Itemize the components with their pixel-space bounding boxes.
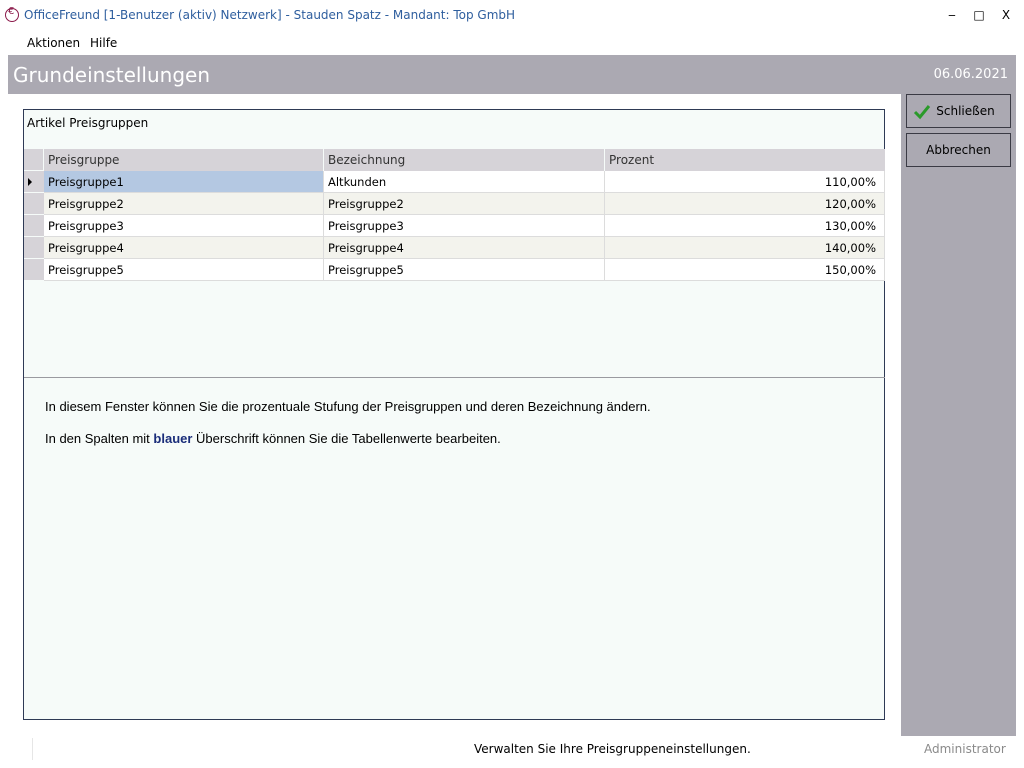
cell-bezeichnung[interactable]: Preisgruppe4: [324, 237, 605, 259]
menu-bar: Aktionen Hilfe: [0, 32, 1024, 54]
menu-item-hilfe[interactable]: Hilfe: [90, 36, 117, 50]
close-window-button[interactable]: X: [996, 6, 1016, 24]
schliessen-button[interactable]: Schließen: [906, 94, 1011, 128]
cell-preisgruppe[interactable]: Preisgruppe3: [44, 215, 324, 237]
cell-preisgruppe[interactable]: Preisgruppe4: [44, 237, 324, 259]
abbrechen-label: Abbrechen: [926, 143, 991, 157]
minimize-button[interactable]: ‒: [942, 6, 962, 24]
cell-preisgruppe[interactable]: Preisgruppe5: [44, 259, 324, 281]
cell-bezeichnung[interactable]: Preisgruppe3: [324, 215, 605, 237]
info-text-line2: In den Spalten mit blauer Überschrift kö…: [45, 431, 501, 446]
group-label: Artikel Preisgruppen: [27, 116, 149, 130]
column-header-bezeichnung[interactable]: Bezeichnung: [324, 149, 605, 171]
info-text-highlight: blauer: [153, 431, 193, 446]
cell-prozent[interactable]: 140,00%: [605, 237, 885, 259]
page-date: 06.06.2021: [933, 67, 1008, 82]
info-text-suffix: Überschrift können Sie die Tabellenwerte…: [192, 431, 501, 446]
abbrechen-button[interactable]: Abbrechen: [906, 133, 1011, 167]
app-logo-icon: €: [5, 6, 19, 22]
checkmark-icon: [913, 105, 931, 120]
row-selector[interactable]: [24, 237, 44, 259]
info-text-prefix: In den Spalten mit: [45, 431, 154, 446]
status-message: Verwalten Sie Ihre Preisgruppeneinstellu…: [474, 742, 751, 756]
menu-item-aktionen[interactable]: Aktionen: [27, 36, 80, 50]
row-selector[interactable]: [24, 259, 44, 281]
cell-bezeichnung[interactable]: Preisgruppe2: [324, 193, 605, 215]
row-selector[interactable]: [24, 215, 44, 237]
grid-corner: [24, 149, 44, 171]
cell-prozent[interactable]: 110,00%: [605, 171, 885, 193]
page-title: Grundeinstellungen: [13, 63, 211, 87]
status-separator: [32, 738, 33, 760]
column-header-preisgruppe[interactable]: Preisgruppe: [44, 149, 324, 171]
status-user: Administrator: [924, 742, 1006, 756]
page-header: Grundeinstellungen 06.06.2021: [8, 55, 1016, 94]
info-text-line1: In diesem Fenster können Sie die prozent…: [45, 399, 651, 414]
maximize-button[interactable]: □: [969, 6, 989, 24]
schliessen-label: Schließen: [936, 104, 995, 118]
cell-prozent[interactable]: 120,00%: [605, 193, 885, 215]
title-bar: € OfficeFreund [1-Benutzer (aktiv) Netzw…: [0, 0, 1024, 32]
column-header-prozent[interactable]: Prozent: [605, 149, 885, 171]
action-sidebar: [901, 94, 1016, 736]
cell-preisgruppe-selected[interactable]: Preisgruppe1: [44, 171, 324, 193]
row-selector[interactable]: [24, 193, 44, 215]
cell-preisgruppe[interactable]: Preisgruppe2: [44, 193, 324, 215]
cell-bezeichnung[interactable]: Altkunden: [324, 171, 605, 193]
row-selector-current[interactable]: [24, 171, 44, 193]
row-pointer-icon: [28, 178, 32, 186]
window-title: OfficeFreund [1-Benutzer (aktiv) Netzwer…: [24, 8, 516, 22]
panel-divider: [24, 377, 885, 378]
cell-prozent[interactable]: 130,00%: [605, 215, 885, 237]
cell-bezeichnung[interactable]: Preisgruppe5: [324, 259, 605, 281]
cell-prozent[interactable]: 150,00%: [605, 259, 885, 281]
